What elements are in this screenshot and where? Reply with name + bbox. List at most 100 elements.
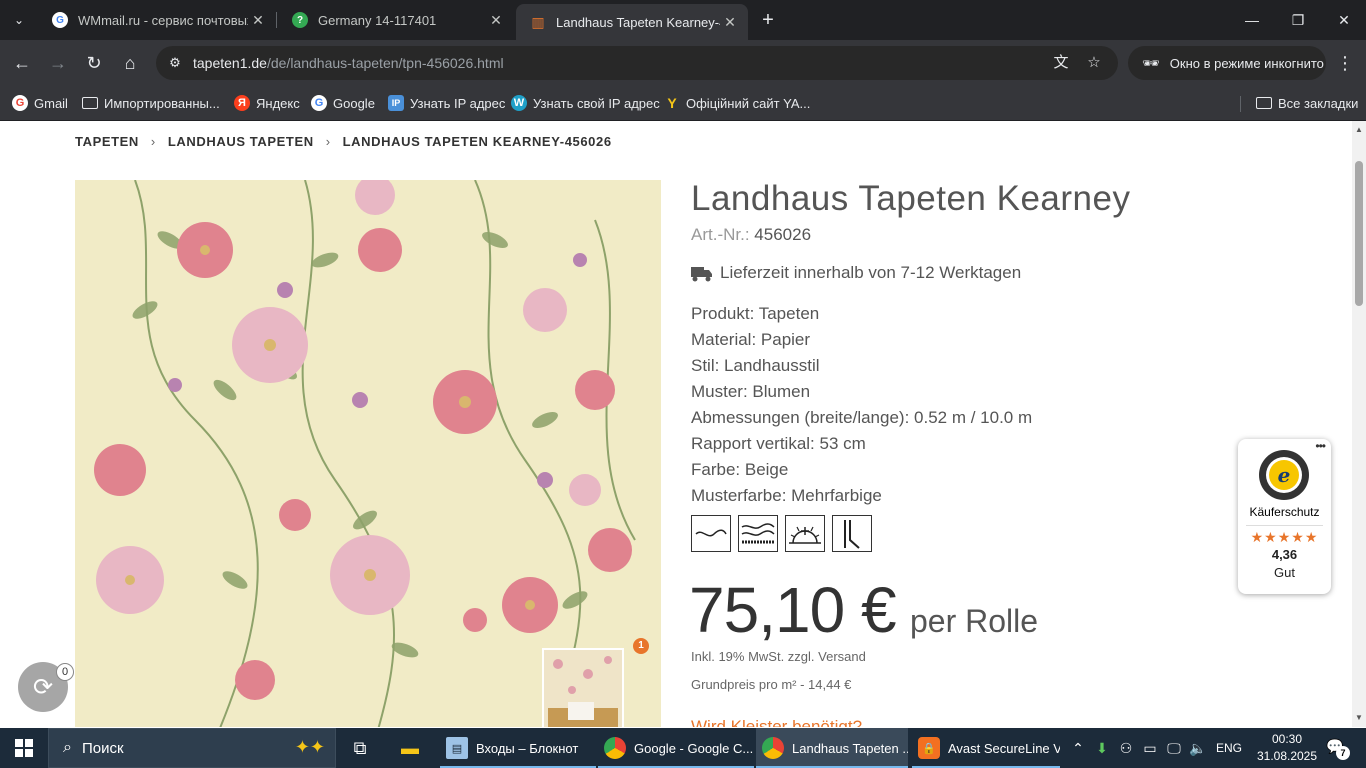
address-bar[interactable]: ⚙ tapeten1.de/de/landhaus-tapeten/tpn-45… [156, 46, 1118, 80]
bookmark-yandex[interactable]: Я Яндекс [234, 92, 300, 114]
tapeten-favicon-icon: ▥ [531, 13, 545, 30]
language-indicator[interactable]: ENG [1212, 728, 1246, 768]
task-view-icon[interactable]: ⧉ [336, 728, 384, 768]
notification-count-badge: 7 [1336, 746, 1350, 760]
site-info-icon[interactable]: ⚙ [166, 54, 184, 72]
bookmark-my-ip[interactable]: W Узнать свой IP адрес [511, 92, 660, 114]
lightfast-icon[interactable] [785, 515, 825, 552]
close-window-button[interactable]: ✕ [1324, 6, 1364, 34]
close-icon[interactable]: ✕ [720, 14, 740, 31]
attribute-rapport: Rapport vertikal: 53 cm [691, 434, 866, 453]
product-image[interactable] [75, 180, 661, 727]
taskbar-avast[interactable]: 🔒 Avast SecureLine V... [912, 728, 1060, 768]
url-text[interactable]: tapeten1.de/de/landhaus-tapeten/tpn-4560… [193, 55, 504, 71]
care-symbols [691, 515, 872, 552]
close-icon[interactable]: ✕ [486, 12, 506, 29]
volume-icon[interactable]: 🔈 [1188, 728, 1208, 768]
trusted-shops-widget[interactable]: ••• e Käuferschutz ★★★★★ 4,36 Gut [1238, 439, 1331, 594]
paste-the-wall-icon[interactable] [832, 515, 872, 552]
google-icon: G [12, 95, 28, 111]
bookmark-imported[interactable]: Импортированны... [82, 92, 220, 114]
product-attributes: Produkt: Tapeten Material: Papier Stil: … [691, 301, 1032, 509]
tab-divider [276, 12, 277, 28]
attribute-musterfarbe: Musterfarbe: Mehrfarbige [691, 486, 882, 505]
home-button[interactable]: ⌂ [117, 50, 143, 76]
tab-search-button[interactable]: ⌄ [6, 8, 32, 32]
attribute-stil: Stil: Landhausstil [691, 356, 820, 375]
vpn-icon[interactable]: ⚇ [1116, 728, 1136, 768]
tab-wmmail[interactable]: G WMmail.ru - сервис почтовых ✕ [38, 4, 276, 36]
product-price: 75,10 € [689, 574, 897, 646]
translate-icon[interactable]: 文 [1052, 54, 1070, 72]
google-icon: G [52, 12, 68, 28]
ip-icon: IP [388, 95, 404, 111]
tab-landhaus[interactable]: ▥ Landhaus Tapeten Kearney-456 ✕ [516, 4, 748, 40]
taskbar-search[interactable]: ⌕ Поиск ✦✦ [48, 728, 336, 768]
rating-text: Gut [1274, 565, 1295, 580]
incognito-indicator[interactable]: 🕶 Окно в режиме инкогнито [1128, 46, 1326, 80]
lock-icon: 🔒 [918, 737, 940, 759]
scroll-thumb[interactable] [1355, 161, 1363, 306]
battery-icon[interactable]: ▭ [1140, 728, 1160, 768]
chevron-up-icon[interactable]: ⌃ [1068, 728, 1088, 768]
bookmarks-divider [1240, 96, 1241, 112]
start-button[interactable] [0, 728, 48, 768]
rating-score: 4,36 [1271, 547, 1298, 562]
bookmark-google[interactable]: G Google [311, 92, 375, 114]
bookmark-ip[interactable]: IP Узнать IP адрес [388, 92, 505, 114]
google-icon: G [311, 95, 327, 111]
web-page: TAPETEN › LANDHAUS TAPETEN › LANDHAUS TA… [0, 121, 1352, 727]
file-explorer-icon[interactable]: ▬ [386, 728, 434, 768]
chevron-right-icon: › [325, 134, 331, 149]
chevron-right-icon: › [150, 134, 156, 149]
search-icon: ⌕ [63, 739, 72, 756]
yandex-icon: Я [234, 95, 250, 111]
tab-strip: ⌄ G WMmail.ru - сервис почтовых ✕ ? Germ… [0, 0, 1366, 40]
sync-icon: ⟳ [32, 673, 54, 701]
restore-button[interactable]: ❐ [1278, 6, 1318, 34]
trusted-shops-seal-icon: e [1259, 450, 1309, 500]
truck-icon [691, 267, 712, 282]
delivery-info: Lieferzeit innerhalb von 7-12 Werktagen [691, 263, 1021, 283]
all-bookmarks[interactable]: Все закладки [1256, 92, 1358, 114]
page-scrollbar[interactable]: ▲ ▼ [1352, 121, 1366, 727]
scroll-up-icon[interactable]: ▲ [1355, 125, 1363, 134]
room-preview-image [544, 650, 622, 727]
bookmark-star-icon[interactable]: ☆ [1085, 54, 1103, 72]
bookmark-ya[interactable]: Y Офіційний сайт YA... [664, 92, 810, 114]
w-icon: W [511, 95, 527, 111]
rating-stars: ★★★★★ [1250, 529, 1319, 545]
download-icon[interactable]: ⬇ [1092, 728, 1112, 768]
taskbar-notepad[interactable]: ▤ Входы – Блокнот [440, 728, 596, 768]
thumbnail-count-badge: 1 [633, 638, 649, 654]
close-icon[interactable]: ✕ [248, 12, 268, 29]
taskbar-chrome-landhaus[interactable]: Landhaus Tapeten ... [756, 728, 908, 768]
new-tab-button[interactable]: + [756, 8, 780, 32]
attribute-material: Material: Papier [691, 330, 811, 349]
breadcrumb-tapeten[interactable]: TAPETEN [75, 134, 139, 149]
minimize-button[interactable]: — [1232, 6, 1272, 34]
browser-menu-button[interactable]: ⋮ [1336, 52, 1354, 74]
back-button[interactable]: ← [9, 50, 35, 76]
bookmark-gmail[interactable]: G Gmail [12, 92, 68, 114]
svg-text:e: e [1278, 463, 1291, 487]
taskbar-clock[interactable]: 00:30 31.08.2025 [1252, 731, 1322, 765]
room-thumbnail[interactable] [542, 648, 624, 727]
breadcrumb-current: LANDHAUS TAPETEN KEARNEY-456026 [342, 134, 612, 149]
vat-info: Inkl. 19% MwSt. zzgl. Versand [691, 649, 866, 664]
more-options-icon[interactable]: ••• [1315, 439, 1326, 453]
forward-button[interactable]: → [45, 50, 71, 76]
tab-germany[interactable]: ? Germany 14-117401 ✕ [278, 4, 514, 36]
taskbar-chrome-google[interactable]: Google - Google C... [598, 728, 754, 768]
kauferschutz-label: Käuferschutz [1249, 505, 1320, 519]
kleister-link[interactable]: Wird Kleister benötigt? [691, 717, 862, 727]
sync-count-badge: 0 [56, 663, 74, 681]
scroll-down-icon[interactable]: ▼ [1355, 713, 1363, 722]
washable-icon[interactable] [738, 515, 778, 552]
product-title: Landhaus Tapeten Kearney [691, 179, 1131, 218]
reload-button[interactable]: ↻ [81, 50, 107, 76]
breadcrumb-landhaus-tapeten[interactable]: LANDHAUS TAPETEN [168, 134, 314, 149]
water-resistant-icon[interactable] [691, 515, 731, 552]
network-icon[interactable]: 🖵 [1164, 728, 1184, 768]
folder-icon [1256, 97, 1272, 109]
